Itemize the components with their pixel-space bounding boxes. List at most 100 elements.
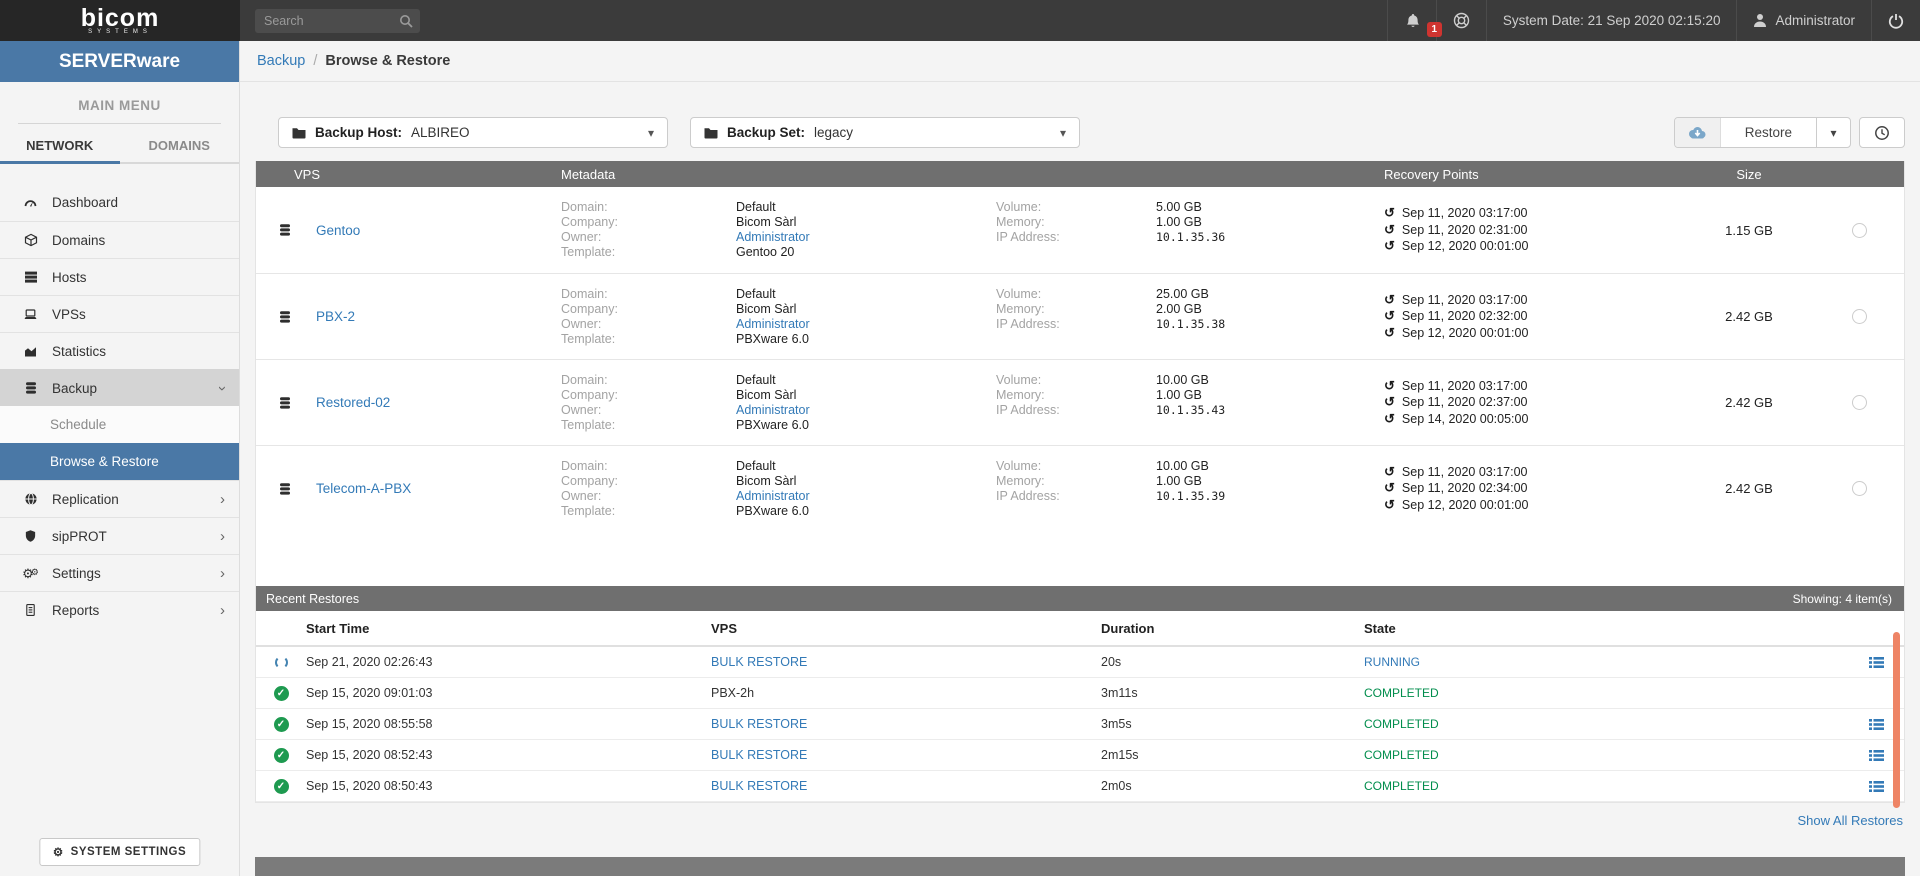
owner-link[interactable]: Administrator (736, 403, 996, 418)
globe-icon (22, 492, 39, 506)
vps-name-link[interactable]: PBX-2 (316, 309, 355, 324)
sidebar-item-browse-restore[interactable]: Browse & Restore (0, 443, 239, 480)
recovery-point[interactable]: ↺ Sep 11, 2020 03:17:00 (1384, 464, 1684, 481)
vps-table-body: Gentoo Domain: Company: Owner: Template:… (256, 187, 1904, 531)
vps-name-link[interactable]: Restored-02 (316, 395, 390, 410)
recovery-point[interactable]: ↺ Sep 12, 2020 00:01:00 (1384, 497, 1684, 514)
topbar-right: 1 System Date: 21 Sep 2020 02:15:20 Admi… (1386, 0, 1920, 41)
sidebar-item-schedule[interactable]: Schedule (0, 406, 239, 443)
restore-vps-link[interactable]: BULK RESTORE (711, 717, 807, 731)
recovery-point[interactable]: ↺ Sep 11, 2020 03:17:00 (1384, 205, 1684, 222)
recovery-point-time: Sep 12, 2020 00:01:00 (1401, 325, 1529, 340)
meta-value-domain: Default (736, 458, 776, 473)
sidebar-item-reports[interactable]: Reports › (0, 591, 239, 628)
sidebar-item-domains[interactable]: Domains (0, 221, 239, 258)
sidebar-item-vpss[interactable]: VPSs (0, 295, 239, 332)
restores-scrollbar[interactable] (1893, 632, 1900, 808)
recovery-point[interactable]: ↺ Sep 11, 2020 03:17:00 (1384, 292, 1684, 309)
restore-details-button[interactable] (1869, 656, 1884, 669)
restore-details-button[interactable] (1869, 780, 1884, 793)
recovery-point[interactable]: ↺ Sep 12, 2020 00:01:00 (1384, 238, 1684, 255)
vps-name-link[interactable]: Gentoo (316, 223, 360, 238)
tab-domains[interactable]: DOMAINS (120, 128, 240, 162)
select-vps-radio[interactable] (1851, 309, 1867, 324)
sidebar-item-hosts[interactable]: Hosts (0, 258, 239, 295)
notification-badge: 1 (1426, 22, 1442, 37)
backup-host-dropdown[interactable]: Backup Host: ALBIREO ▾ (278, 117, 668, 148)
tab-network[interactable]: NETWORK (0, 128, 120, 164)
chevron-right-icon: › (220, 601, 225, 619)
restore-dropdown-caret[interactable]: ▾ (1816, 118, 1850, 147)
meta-label-owner: Owner: (561, 230, 602, 244)
recovery-point[interactable]: ↺ Sep 14, 2020 00:05:00 (1384, 411, 1684, 428)
recovery-point[interactable]: ↺ Sep 11, 2020 03:17:00 (1384, 378, 1684, 395)
sidebar-item-statistics[interactable]: Statistics (0, 332, 239, 369)
owner-link[interactable]: Administrator (736, 317, 996, 332)
restore-history-button[interactable] (1859, 117, 1905, 148)
sidebar-item-label: sipPROT (52, 528, 107, 544)
vps-name-link[interactable]: Telecom-A-PBX (316, 481, 411, 496)
recovery-point[interactable]: ↺ Sep 11, 2020 02:32:00 (1384, 308, 1684, 325)
select-vps-radio[interactable] (1851, 395, 1867, 410)
owner-link[interactable]: Administrator (736, 230, 996, 245)
recovery-point-time: Sep 11, 2020 03:17:00 (1401, 206, 1528, 221)
vps-table-header: VPS Metadata Recovery Points Size (256, 161, 1904, 187)
meta-label-volume: Volume: (996, 286, 1042, 301)
restore-vps-link[interactable]: BULK RESTORE (711, 748, 807, 762)
select-vps-radio[interactable] (1851, 222, 1867, 238)
restore-vps: PBX-2h (711, 686, 755, 700)
user-menu[interactable]: Administrator (1736, 0, 1871, 41)
meta-value-memory: 1.00 GB (1156, 215, 1202, 229)
recovery-point[interactable]: ↺ Sep 11, 2020 02:34:00 (1384, 480, 1684, 497)
meta-label-ip: IP Address: (996, 316, 1060, 331)
sidebar-item-dashboard[interactable]: Dashboard (0, 184, 239, 221)
meta-label-company: Company: (561, 387, 618, 402)
system-settings-button[interactable]: ⚙ SYSTEM SETTINGS (38, 838, 201, 866)
restore-vps-link[interactable]: BULK RESTORE (711, 655, 807, 669)
vps-metadata: Domain: Company: Owner: Template: Defaul… (561, 287, 1384, 347)
laptop-icon (22, 308, 39, 321)
chevron-right-icon: › (220, 490, 225, 508)
restore-duration: 2m15s (1101, 748, 1139, 762)
restore-details-button[interactable] (1869, 749, 1884, 762)
meta-label-volume: Volume: (996, 372, 1042, 387)
recovery-point-time: Sep 12, 2020 00:01:00 (1401, 497, 1529, 512)
topbar: bicom SYSTEMS 1 System Date: 21 Sep 2020… (0, 0, 1920, 41)
power-button[interactable] (1871, 0, 1920, 41)
search-input[interactable] (255, 8, 420, 33)
menu-divider (18, 123, 221, 124)
col-recovery-points: Recovery Points (1384, 166, 1479, 182)
restore-state: COMPLETED (1364, 748, 1439, 762)
recovery-point[interactable]: ↺ Sep 12, 2020 00:01:00 (1384, 325, 1684, 342)
select-vps-radio[interactable] (1851, 481, 1867, 496)
recovery-point[interactable]: ↺ Sep 11, 2020 02:37:00 (1384, 394, 1684, 411)
help-button[interactable] (1435, 0, 1486, 41)
database-icon (276, 482, 293, 496)
recovery-point-time: Sep 14, 2020 00:05:00 (1401, 411, 1529, 426)
recovery-point[interactable]: ↺ Sep 11, 2020 02:31:00 (1384, 222, 1684, 239)
restore-vps-link[interactable]: BULK RESTORE (711, 779, 807, 793)
database-icon (276, 396, 293, 410)
sidebar-item-label: Backup (52, 380, 98, 396)
col-start-time: Start Time (306, 620, 370, 636)
sidebar-item-label: Domains (52, 232, 106, 248)
backup-host-label: Backup Host: (315, 125, 403, 140)
restore-row: ✓ Sep 15, 2020 08:55:58 BULK RESTORE 3m5… (256, 709, 1904, 740)
notifications-button[interactable]: 1 (1386, 0, 1442, 41)
backup-set-dropdown[interactable]: Backup Set: legacy ▾ (690, 117, 1080, 148)
restore-button[interactable]: Restore (1721, 118, 1816, 147)
sidebar-item-backup[interactable]: Backup › (0, 369, 239, 406)
meta-label-ip: IP Address: (996, 402, 1060, 417)
breadcrumb-backup-link[interactable]: Backup (257, 53, 305, 69)
restore-details-button[interactable] (1869, 718, 1884, 731)
show-all-restores-link[interactable]: Show All Restores (1798, 813, 1904, 828)
owner-link[interactable]: Administrator (736, 489, 996, 504)
sidebar: SERVERware MAIN MENU NETWORK DOMAINS Das… (0, 41, 240, 876)
cloud-download-icon[interactable] (1674, 118, 1721, 147)
sidebar-item-sipprot[interactable]: sipPROT › (0, 517, 239, 554)
search-icon[interactable] (399, 14, 413, 28)
sidebar-item-replication[interactable]: Replication › (0, 480, 239, 517)
system-date-text: System Date: 21 Sep 2020 02:15:20 (1502, 13, 1721, 28)
sidebar-item-settings[interactable]: ⚙⚙ Settings › (0, 554, 239, 591)
meta-value-template: PBXware 6.0 (736, 417, 809, 432)
